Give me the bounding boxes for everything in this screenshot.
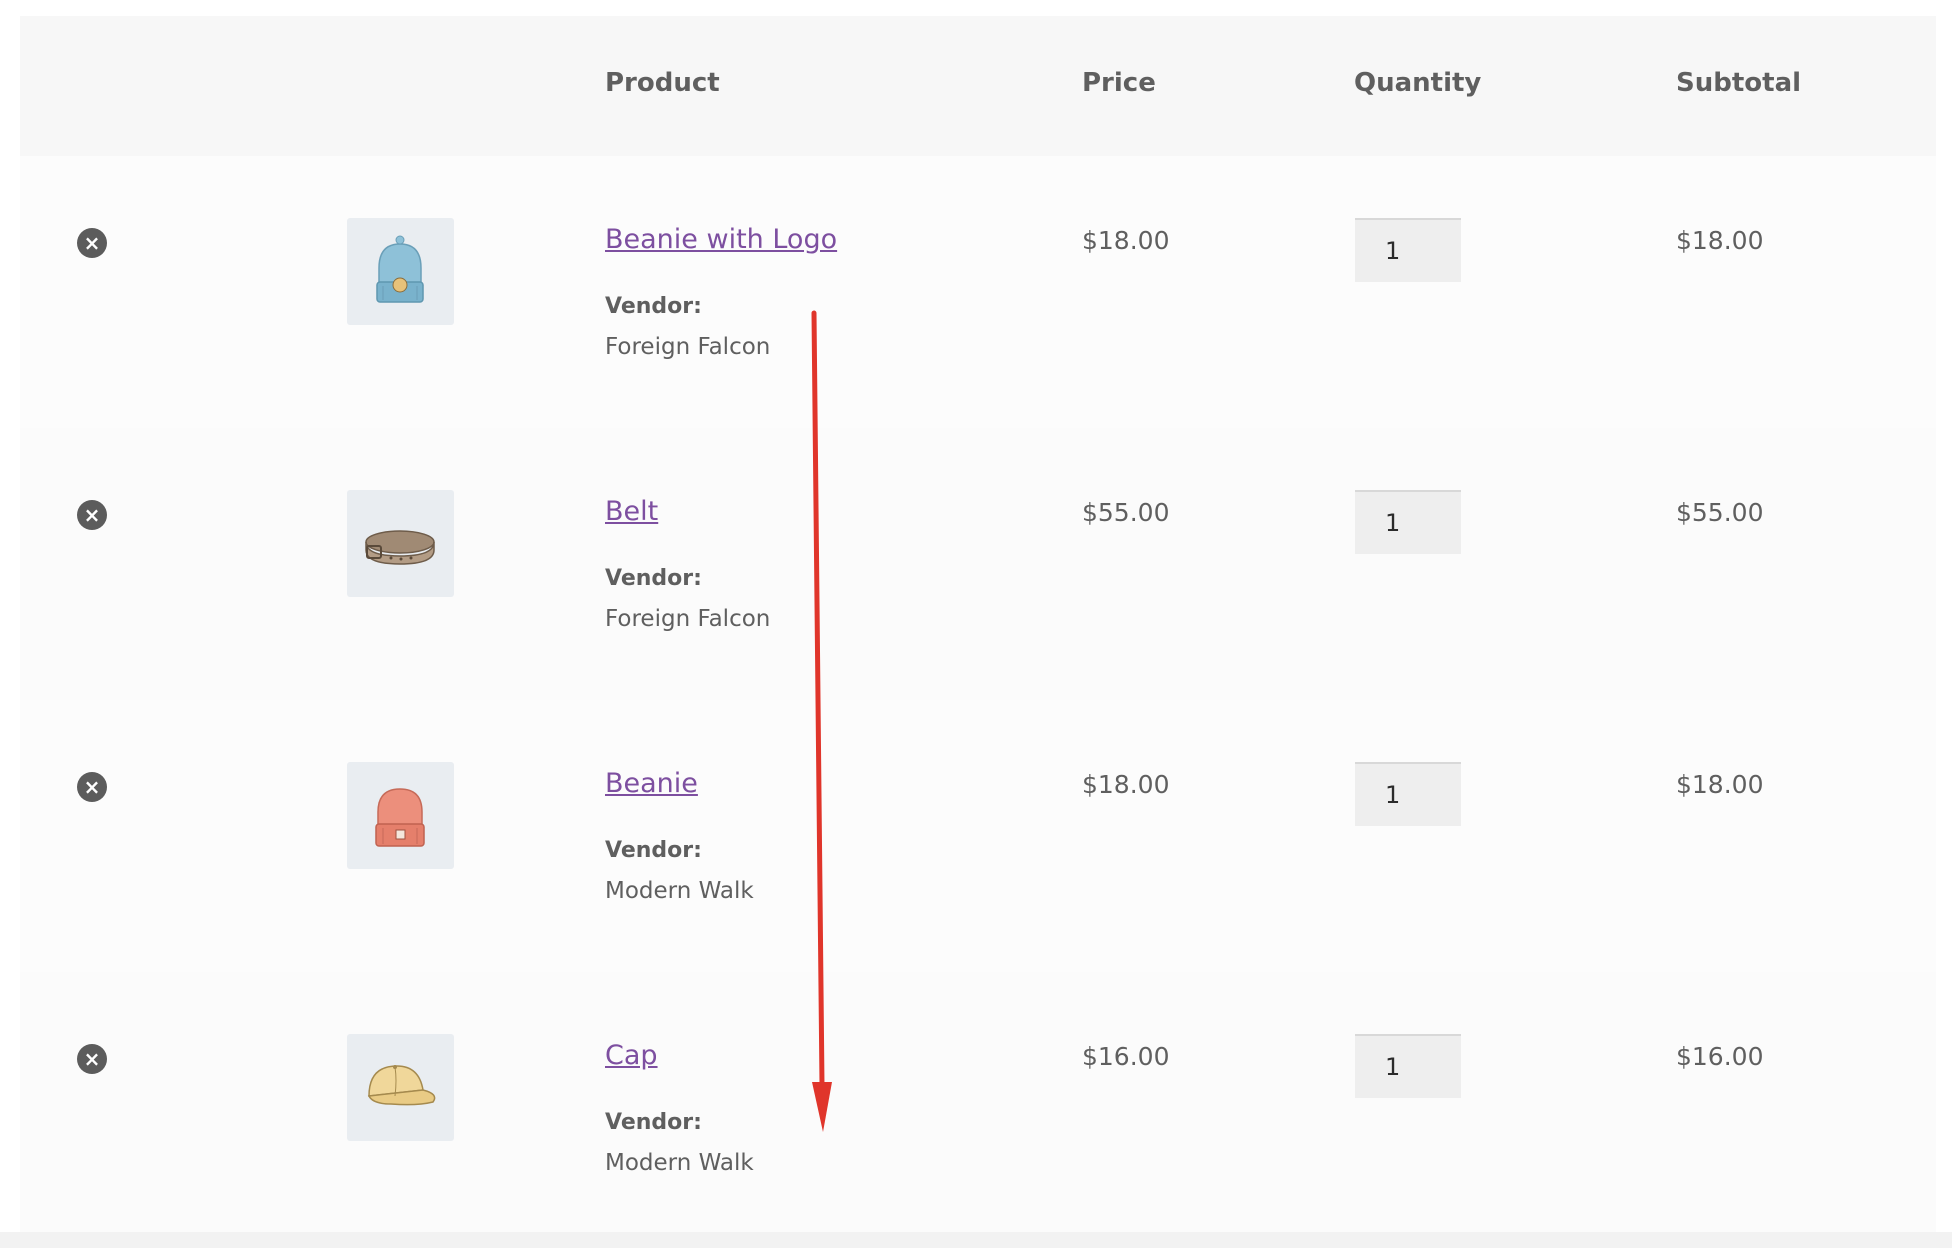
- product-price: $55.00: [1082, 498, 1170, 527]
- cap-image[interactable]: [347, 1034, 454, 1141]
- product-price: $16.00: [1082, 1042, 1170, 1071]
- vendor-name: Foreign Falcon: [605, 606, 771, 632]
- remove-item-icon[interactable]: ×: [77, 1044, 107, 1074]
- cart-row-beanie: × Beanie Vendor: Modern Walk $18.00 $18.…: [20, 700, 1936, 972]
- product-link[interactable]: Beanie: [605, 768, 698, 799]
- product-price: $18.00: [1082, 226, 1170, 255]
- cart-row-beanie-with-logo: × Beanie with Logo Vendor: Foreign Falco…: [20, 156, 1936, 428]
- product-subtotal: $16.00: [1676, 1042, 1764, 1071]
- cart-page: Product Price Quantity Subtotal × Beanie…: [0, 0, 1952, 1248]
- beanie-with-logo-image[interactable]: [347, 218, 454, 325]
- cart-table: Product Price Quantity Subtotal × Beanie…: [20, 16, 1936, 1248]
- product-link[interactable]: Beanie with Logo: [605, 224, 837, 255]
- vendor-label: Vendor:: [605, 1110, 702, 1135]
- product-link[interactable]: Belt: [605, 496, 658, 527]
- vendor-label: Vendor:: [605, 566, 702, 591]
- product-link[interactable]: Cap: [605, 1040, 658, 1071]
- product-subtotal: $18.00: [1676, 770, 1764, 799]
- belt-image[interactable]: [347, 490, 454, 597]
- beanie-image[interactable]: [347, 762, 454, 869]
- remove-item-icon[interactable]: ×: [77, 500, 107, 530]
- product-price: $18.00: [1082, 770, 1170, 799]
- cart-table-header: Product Price Quantity Subtotal: [20, 16, 1936, 156]
- product-subtotal: $18.00: [1676, 226, 1764, 255]
- cart-row-cap: × Cap Vendor: Modern Walk $16.00 $16.00: [20, 972, 1936, 1244]
- product-subtotal: $55.00: [1676, 498, 1764, 527]
- quantity-input[interactable]: [1355, 490, 1461, 554]
- vendor-name: Foreign Falcon: [605, 334, 771, 360]
- header-quantity: Quantity: [1354, 68, 1482, 98]
- quantity-input[interactable]: [1355, 762, 1461, 826]
- quantity-input[interactable]: [1355, 218, 1461, 282]
- vendor-name: Modern Walk: [605, 1150, 754, 1176]
- header-price: Price: [1082, 68, 1156, 98]
- quantity-input[interactable]: [1355, 1034, 1461, 1098]
- cart-row-belt: × Belt Vendor: Foreign Falcon $55.00 $55…: [20, 428, 1936, 700]
- header-product: Product: [605, 68, 720, 98]
- header-subtotal: Subtotal: [1676, 68, 1802, 98]
- vendor-name: Modern Walk: [605, 878, 754, 904]
- vendor-label: Vendor:: [605, 838, 702, 863]
- vendor-label: Vendor:: [605, 294, 702, 319]
- page-bottom-edge: [0, 1232, 1952, 1248]
- remove-item-icon[interactable]: ×: [77, 772, 107, 802]
- remove-item-icon[interactable]: ×: [77, 228, 107, 258]
